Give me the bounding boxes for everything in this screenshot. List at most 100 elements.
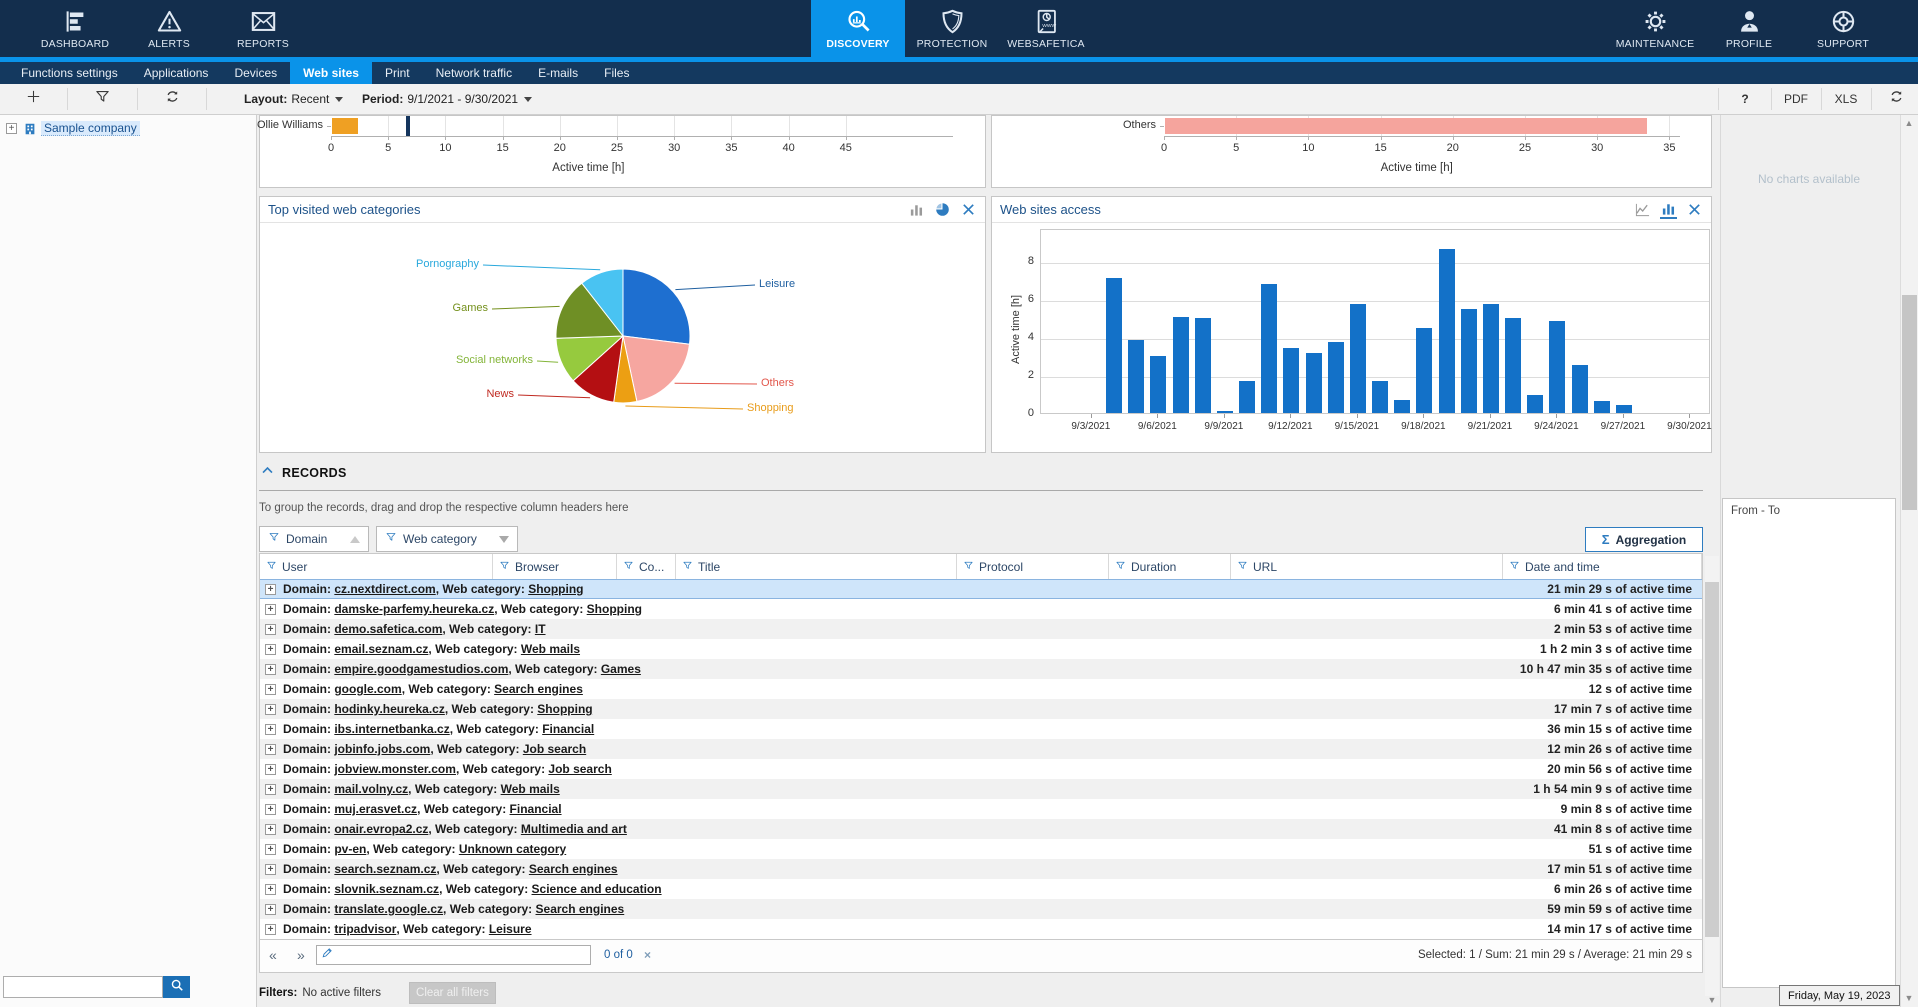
domain-link[interactable]: hodinky.heureka.cz — [334, 702, 444, 716]
row-expander-icon[interactable]: + — [265, 824, 276, 835]
tab-devices[interactable]: Devices — [221, 62, 290, 84]
bar-9-24-2021[interactable] — [1549, 321, 1565, 413]
bar-chart-view-icon[interactable] — [908, 201, 925, 218]
category-link[interactable]: Shopping — [528, 582, 583, 596]
bar-ollie-williams[interactable] — [332, 118, 358, 134]
bar-9-9-2021[interactable] — [1217, 411, 1233, 413]
tab-functions-settings[interactable]: Functions settings — [8, 62, 131, 84]
row-expander-icon[interactable]: + — [265, 684, 276, 695]
row-expander-icon[interactable]: + — [265, 804, 276, 815]
bar-9-16-2021[interactable] — [1372, 381, 1388, 413]
domain-link[interactable]: jobview.monster.com — [334, 762, 456, 776]
bar-chart-view-icon[interactable] — [1660, 200, 1677, 219]
row-expander-icon[interactable]: + — [265, 924, 276, 935]
table-row[interactable]: +Domain: demo.safetica.com, Web category… — [260, 619, 1702, 639]
row-expander-icon[interactable]: + — [265, 704, 276, 715]
bar-9-5-2021[interactable] — [1128, 340, 1144, 413]
category-link[interactable]: Multimedia and art — [521, 822, 627, 836]
bar-9-14-2021[interactable] — [1328, 342, 1344, 413]
bar-9-15-2021[interactable] — [1350, 304, 1366, 413]
sidebar-search-input[interactable] — [3, 976, 163, 998]
bar-9-12-2021[interactable] — [1283, 348, 1299, 413]
scroll-up-icon[interactable]: ▲ — [1902, 118, 1916, 128]
bar-9-21-2021[interactable] — [1483, 304, 1499, 413]
category-link[interactable]: Games — [601, 662, 641, 676]
column-header-title[interactable]: Title — [676, 554, 957, 579]
pie-chart-view-icon[interactable] — [934, 201, 951, 218]
bar-9-8-2021[interactable] — [1195, 318, 1211, 413]
add-chart-button[interactable] — [12, 84, 54, 114]
row-expander-icon[interactable]: + — [265, 864, 276, 875]
row-expander-icon[interactable]: + — [265, 644, 276, 655]
row-expander-icon[interactable]: + — [265, 584, 276, 595]
bar-9-26-2021[interactable] — [1594, 401, 1610, 413]
close-icon[interactable] — [960, 201, 977, 218]
table-row[interactable]: +Domain: google.com, Web category: Searc… — [260, 679, 1702, 699]
nav-item-websafetica[interactable]: WWWWEBSAFETICA — [999, 0, 1093, 57]
table-row[interactable]: +Domain: slovnik.seznam.cz, Web category… — [260, 879, 1702, 899]
nav-item-profile[interactable]: PROFILE — [1702, 0, 1796, 57]
table-row[interactable]: +Domain: muj.erasvet.cz, Web category: F… — [260, 799, 1702, 819]
last-page-button[interactable]: » — [297, 947, 305, 963]
column-header-url[interactable]: URL — [1231, 554, 1503, 579]
sidebar-search-button[interactable] — [163, 976, 190, 998]
clear-all-filters-button[interactable]: Clear all filters — [409, 982, 496, 1004]
column-header-user[interactable]: User — [260, 554, 493, 579]
bar-others[interactable] — [1165, 118, 1647, 134]
table-row[interactable]: +Domain: damske-parfemy.heureka.cz, Web … — [260, 599, 1702, 619]
domain-link[interactable]: cz.nextdirect.com — [334, 582, 435, 596]
tab-files[interactable]: Files — [591, 62, 642, 84]
column-header-date-and-time[interactable]: Date and time — [1503, 554, 1702, 579]
bar-9-13-2021[interactable] — [1306, 353, 1322, 413]
table-row[interactable]: +Domain: hodinky.heureka.cz, Web categor… — [260, 699, 1702, 719]
table-row[interactable]: +Domain: search.seznam.cz, Web category:… — [260, 859, 1702, 879]
bar-9-10-2021[interactable] — [1239, 381, 1255, 413]
close-icon[interactable] — [1686, 201, 1703, 218]
page-scrollbar-thumb[interactable] — [1902, 295, 1917, 510]
bar-9-23-2021[interactable] — [1527, 395, 1543, 413]
table-row[interactable]: +Domain: email.seznam.cz, Web category: … — [260, 639, 1702, 659]
category-link[interactable]: Search engines — [529, 862, 618, 876]
bar-9-22-2021[interactable] — [1505, 318, 1521, 413]
bar-9-6-2021[interactable] — [1150, 356, 1166, 413]
category-link[interactable]: Science and education — [532, 882, 662, 896]
domain-link[interactable]: translate.google.cz — [334, 902, 443, 916]
table-row[interactable]: +Domain: onair.evropa2.cz, Web category:… — [260, 819, 1702, 839]
bar-9-17-2021[interactable] — [1394, 400, 1410, 413]
row-expander-icon[interactable]: + — [265, 724, 276, 735]
category-link[interactable]: Job search — [548, 762, 611, 776]
category-link[interactable]: Financial — [510, 802, 562, 816]
bar-9-27-2021[interactable] — [1616, 405, 1632, 413]
row-expander-icon[interactable]: + — [265, 844, 276, 855]
tab-print[interactable]: Print — [372, 62, 423, 84]
nav-item-maintenance[interactable]: MAINTENANCE — [1608, 0, 1702, 57]
export-pdf-button[interactable]: PDF — [1774, 84, 1818, 114]
tree-expander-icon[interactable]: + — [6, 123, 17, 134]
nav-item-protection[interactable]: PROTECTION — [905, 0, 999, 57]
table-row[interactable]: +Domain: empire.goodgamestudios.com, Web… — [260, 659, 1702, 679]
domain-link[interactable]: muj.erasvet.cz — [334, 802, 417, 816]
table-row[interactable]: +Domain: pv-en, Web category: Unknown ca… — [260, 839, 1702, 859]
table-row[interactable]: +Domain: cz.nextdirect.com, Web category… — [260, 579, 1702, 599]
bar-9-18-2021[interactable] — [1416, 328, 1432, 413]
aggregation-button[interactable]: Σ Aggregation — [1585, 527, 1703, 552]
domain-link[interactable]: slovnik.seznam.cz — [334, 882, 439, 896]
category-link[interactable]: Search engines — [494, 682, 583, 696]
row-expander-icon[interactable]: + — [265, 604, 276, 615]
category-link[interactable]: Search engines — [536, 902, 625, 916]
domain-link[interactable]: empire.goodgamestudios.com — [334, 662, 508, 676]
category-link[interactable]: Financial — [542, 722, 594, 736]
row-expander-icon[interactable]: + — [265, 884, 276, 895]
table-row[interactable]: +Domain: ibs.internetbanka.cz, Web categ… — [260, 719, 1702, 739]
domain-link[interactable]: tripadvisor — [334, 922, 396, 936]
column-header-browser[interactable]: Browser — [493, 554, 617, 579]
row-expander-icon[interactable]: + — [265, 744, 276, 755]
column-header-duration[interactable]: Duration — [1109, 554, 1231, 579]
period-dropdown[interactable]: Period: 9/1/2021 - 9/30/2021 — [362, 84, 532, 114]
category-link[interactable]: Shopping — [537, 702, 592, 716]
refresh-button[interactable] — [151, 84, 193, 114]
group-chip-web-category[interactable]: Web category — [376, 526, 518, 552]
category-link[interactable]: Web mails — [501, 782, 560, 796]
domain-link[interactable]: google.com — [334, 682, 401, 696]
tab-e-mails[interactable]: E-mails — [525, 62, 591, 84]
